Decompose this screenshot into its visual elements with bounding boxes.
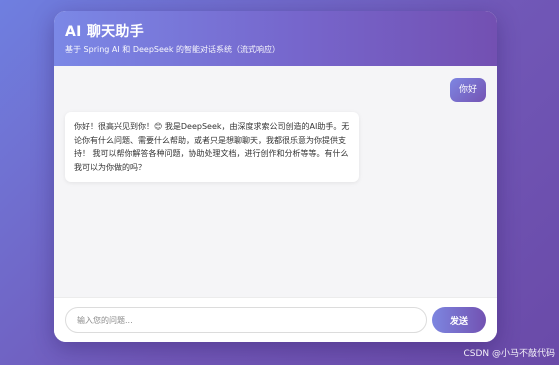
message-input[interactable] (65, 307, 427, 333)
assistant-message-bubble: 你好！很高兴见到你！😊 我是DeepSeek，由深度求索公司创造的AI助手。无论… (65, 112, 359, 182)
chat-header: AI 聊天助手 基于 Spring AI 和 DeepSeek 的智能对话系统（… (54, 11, 497, 66)
input-bar: 发送 (54, 297, 497, 342)
watermark: CSDN @小马不敲代码 (463, 349, 555, 359)
message-list[interactable]: 你好 你好！很高兴见到你！😊 我是DeepSeek，由深度求索公司创造的AI助手… (54, 66, 497, 297)
user-message-bubble: 你好 (450, 78, 486, 102)
chat-subtitle: 基于 Spring AI 和 DeepSeek 的智能对话系统（流式响应） (65, 45, 280, 54)
chat-window: AI 聊天助手 基于 Spring AI 和 DeepSeek 的智能对话系统（… (54, 11, 497, 342)
send-button[interactable]: 发送 (432, 307, 486, 333)
chat-title: AI 聊天助手 (65, 24, 145, 40)
